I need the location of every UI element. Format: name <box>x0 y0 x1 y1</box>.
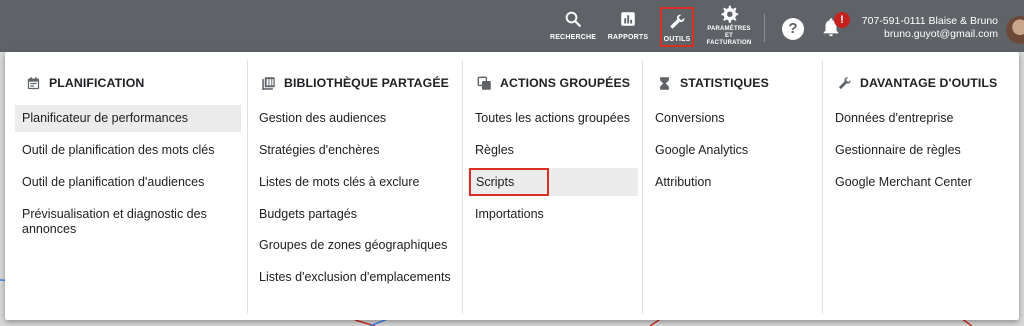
settings-label-line2: ET <box>724 33 734 39</box>
help-icon: ? <box>788 20 798 37</box>
menu-item-bid-strategies[interactable]: Stratégies d'enchères <box>252 143 458 158</box>
column-title: BIBLIOTHÈQUE PARTAGÉE <box>284 76 449 90</box>
search-button[interactable]: RECHERCHE <box>549 4 597 48</box>
settings-label-line3: FACTURATION <box>706 40 752 46</box>
column-bulk-actions: ACTIONS GROUPÉES Toutes les actions grou… <box>468 52 640 314</box>
avatar[interactable] <box>1006 16 1024 44</box>
column-header-shared-library: BIBLIOTHÈQUE PARTAGÉE <box>260 74 449 92</box>
menu-item-negative-keyword-lists[interactable]: Listes de mots clés à exclure <box>252 175 458 190</box>
menu-item-audience-planner[interactable]: Outil de planification d'audiences <box>15 175 241 190</box>
column-header-planification: PLANIFICATION <box>25 74 144 92</box>
gear-icon <box>719 4 739 24</box>
column-divider <box>247 60 248 314</box>
column-more-tools: DAVANTAGE D'OUTILS Données d'entreprise … <box>828 52 1014 314</box>
search-icon <box>564 8 582 30</box>
column-divider <box>822 60 823 314</box>
column-title: DAVANTAGE D'OUTILS <box>860 76 998 90</box>
settings-label-line1: PARAMÈTRES <box>707 26 751 32</box>
toolbar-divider <box>764 14 765 42</box>
menu-item-google-analytics[interactable]: Google Analytics <box>648 143 818 158</box>
bar-chart-icon <box>619 8 637 30</box>
wrench-icon <box>668 11 686 33</box>
wrench-icon <box>836 75 852 91</box>
column-planification: PLANIFICATION Planificateur de performan… <box>15 52 247 314</box>
tools-button[interactable]: OUTILS <box>660 7 694 47</box>
account-info[interactable]: 707-591-0111 Blaise & Bruno bruno.guyot@… <box>852 15 998 41</box>
top-navigation-bar: RECHERCHE RAPPORTS OUTILS PARAMÈTRES ET … <box>0 0 1024 52</box>
menu-item-rule-manager[interactable]: Gestionnaire de règles <box>828 143 1014 158</box>
menu-item-attribution[interactable]: Attribution <box>648 175 818 190</box>
column-measurement: STATISTIQUES Conversions Google Analytic… <box>648 52 818 314</box>
column-header-measurement: STATISTIQUES <box>656 74 769 92</box>
column-header-bulk-actions: ACTIONS GROUPÉES <box>476 74 630 92</box>
column-title: PLANIFICATION <box>49 76 145 90</box>
reports-label: RAPPORTS <box>607 34 649 41</box>
hourglass-icon <box>656 75 672 91</box>
settings-billing-button[interactable]: PARAMÈTRES ET FACTURATION <box>703 2 755 46</box>
menu-item-conversions[interactable]: Conversions <box>648 111 818 126</box>
menu-item-audience-manager[interactable]: Gestion des audiences <box>252 111 458 126</box>
copy-icon <box>476 75 492 91</box>
alert-badge: ! <box>834 12 850 28</box>
menu-item-ad-preview[interactable]: Prévisualisation et diagnostic des annon… <box>15 207 237 237</box>
calendar-icon <box>25 75 41 91</box>
search-label: RECHERCHE <box>549 34 597 41</box>
menu-item-performance-planner[interactable]: Planificateur de performances <box>15 105 241 132</box>
account-name: 707-591-0111 Blaise & Bruno <box>861 15 998 27</box>
menu-item-business-data[interactable]: Données d'entreprise <box>828 111 1014 126</box>
reports-button[interactable]: RAPPORTS <box>608 4 648 48</box>
tools-label: OUTILS <box>663 36 691 43</box>
column-title: STATISTIQUES <box>680 76 769 90</box>
menu-item-uploads[interactable]: Importations <box>468 207 640 222</box>
menu-item-scripts[interactable]: Scripts <box>469 168 549 196</box>
menu-item-google-merchant-center[interactable]: Google Merchant Center <box>828 175 1014 190</box>
menu-item-placement-exclusion-lists[interactable]: Listes d'exclusion d'emplacements <box>252 270 462 285</box>
account-email: bruno.guyot@gmail.com <box>884 28 998 40</box>
tools-menu-panel: PLANIFICATION Planificateur de performan… <box>5 52 1019 320</box>
column-title: ACTIONS GROUPÉES <box>500 76 631 90</box>
settings-label: PARAMÈTRES ET FACTURATION <box>707 26 752 47</box>
help-button[interactable]: ? <box>782 18 804 40</box>
column-header-more-tools: DAVANTAGE D'OUTILS <box>836 74 997 92</box>
menu-item-all-bulk-actions[interactable]: Toutes les actions groupées <box>468 111 640 126</box>
menu-item-keyword-planner[interactable]: Outil de planification des mots clés <box>15 143 241 158</box>
column-divider <box>642 60 643 314</box>
library-icon <box>260 75 276 91</box>
column-shared-library: BIBLIOTHÈQUE PARTAGÉE Gestion des audien… <box>252 52 462 314</box>
column-divider <box>462 60 463 314</box>
menu-item-rules[interactable]: Règles <box>468 143 640 158</box>
menu-item-location-groups[interactable]: Groupes de zones géographiques <box>252 238 458 253</box>
menu-item-shared-budgets[interactable]: Budgets partagés <box>252 207 458 222</box>
